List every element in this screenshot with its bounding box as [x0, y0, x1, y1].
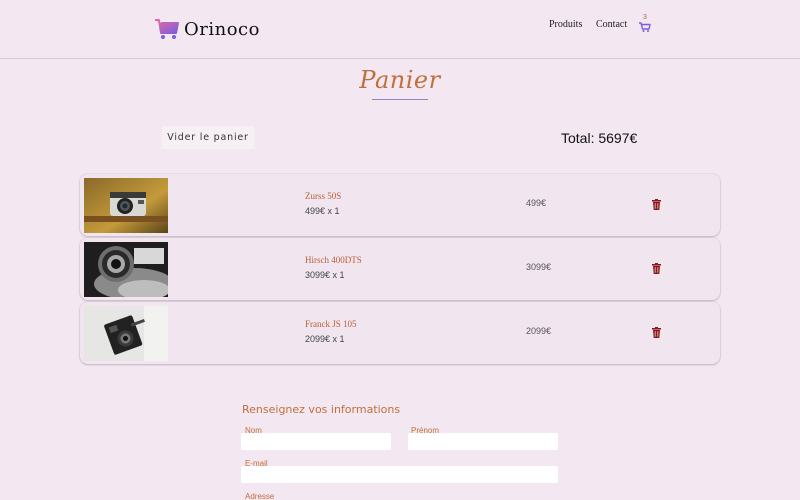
trash-icon[interactable]	[652, 199, 661, 210]
product-name[interactable]: Zurss 50S	[305, 191, 341, 201]
prenom-input[interactable]	[408, 433, 558, 450]
product-price: 2099€	[526, 326, 552, 336]
brand-name: Orinoco	[184, 18, 260, 40]
product-name[interactable]: Franck JS 105	[305, 319, 357, 329]
cart-total: Total: 5697€	[561, 130, 638, 146]
nav-link-contact[interactable]: Contact	[596, 19, 627, 30]
product-quantity: 3099€ x 1	[305, 270, 345, 280]
cart-item: Franck JS 105 2099€ x 1 2099€	[80, 302, 720, 364]
email-input[interactable]	[241, 466, 558, 483]
nom-input[interactable]	[241, 433, 391, 450]
form-title: Renseignez vos informations	[242, 403, 401, 416]
product-image	[84, 306, 168, 361]
product-name[interactable]: Hirsch 400DTS	[305, 255, 362, 265]
cart-item: Hirsch 400DTS 3099€ x 1 3099€	[80, 238, 720, 300]
brand-logo[interactable]: Orinoco	[154, 18, 260, 40]
product-image	[84, 242, 168, 297]
site-header: Orinoco Produits Contact 3	[0, 0, 800, 59]
product-image	[84, 178, 168, 233]
title-underline	[372, 99, 428, 100]
page-title: Panier	[359, 66, 441, 94]
cart-icon[interactable]	[637, 17, 653, 33]
product-price: 499€	[526, 198, 547, 208]
trash-icon[interactable]	[652, 263, 661, 274]
nav-link-produits[interactable]: Produits	[549, 19, 582, 30]
product-quantity: 2099€ x 1	[305, 334, 345, 344]
product-quantity: 499€ x 1	[305, 206, 340, 216]
shopping-cart-logo-icon	[155, 19, 179, 39]
adresse-label: Adresse	[245, 492, 275, 500]
cart-item: Zurss 50S 499€ x 1 499€	[80, 174, 720, 236]
cart-list: Zurss 50S 499€ x 1 499€ Hirsch 400DTS 30…	[80, 174, 720, 366]
product-price: 3099€	[526, 262, 552, 272]
empty-cart-button[interactable]: Vider le panier	[162, 126, 254, 149]
trash-icon[interactable]	[652, 327, 661, 338]
